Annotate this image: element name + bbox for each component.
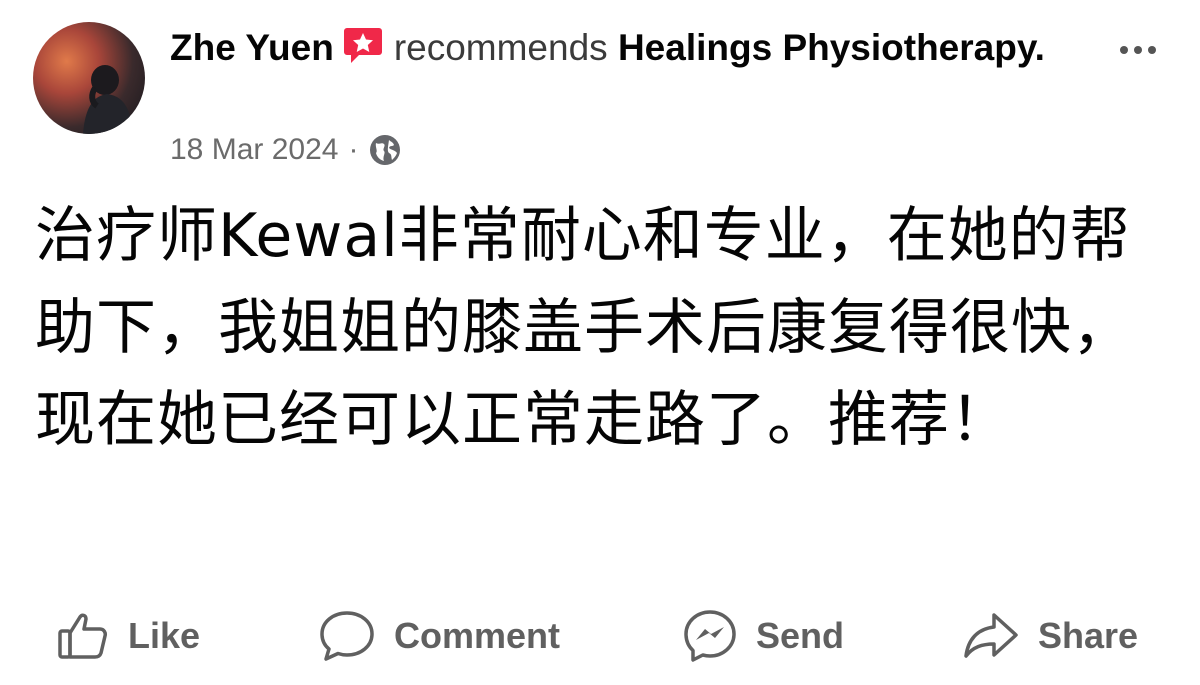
author-name[interactable]: Zhe Yuen xyxy=(170,27,334,68)
comment-label: Comment xyxy=(394,615,561,656)
like-button[interactable]: Like xyxy=(56,600,200,672)
post-date[interactable]: 18 Mar 2024 xyxy=(170,133,338,167)
more-dot-icon xyxy=(1134,46,1142,54)
post-body-text: 治疗师Kewal非常耐心和专业，在她的帮助下，我姐姐的膝盖手术后康复得很快，现在… xyxy=(35,201,1133,455)
comment-button[interactable]: Comment xyxy=(318,600,560,672)
recommends-text: recommends xyxy=(393,27,608,68)
globe-icon xyxy=(368,133,402,167)
send-button[interactable]: Send xyxy=(682,600,844,672)
send-label: Send xyxy=(756,615,845,656)
share-button[interactable]: Share xyxy=(962,600,1138,672)
like-label: Like xyxy=(128,615,201,656)
more-dot-icon xyxy=(1120,46,1128,54)
page-name-link[interactable]: Healings Physiotherapy. xyxy=(618,27,1045,68)
share-arrow-icon xyxy=(962,609,1020,663)
meta-separator: · xyxy=(348,133,359,166)
more-dot-icon xyxy=(1148,46,1156,54)
post-header: Zhe Yuen recommends Healings Physiothera… xyxy=(170,20,1070,76)
comment-bubble-icon xyxy=(318,609,376,663)
post-meta: 18 Mar 2024 · xyxy=(170,128,402,172)
messenger-icon xyxy=(682,608,738,664)
thumbs-up-icon xyxy=(56,609,110,663)
post-action-bar: Like Comment Send Share xyxy=(0,600,1200,672)
share-label: Share xyxy=(1038,615,1139,656)
recommendation-star-icon xyxy=(342,24,384,66)
recommendation-post: Zhe Yuen recommends Healings Physiothera… xyxy=(0,0,1200,685)
author-avatar[interactable] xyxy=(33,22,145,134)
more-options-button[interactable] xyxy=(1108,30,1168,70)
